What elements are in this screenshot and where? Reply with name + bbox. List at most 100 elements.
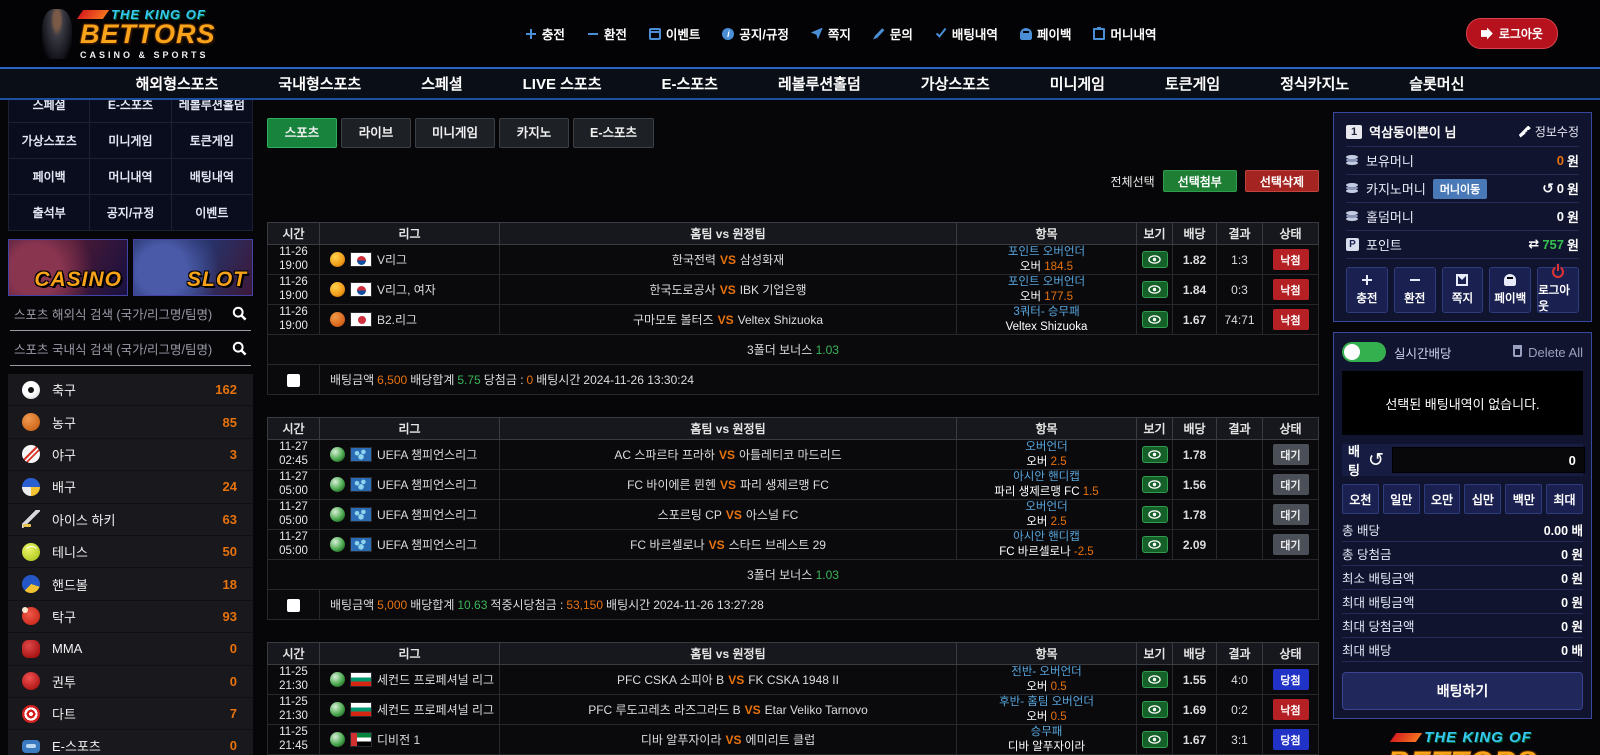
panel-action-button[interactable]: 로그아웃	[1537, 267, 1579, 313]
panel-action-button[interactable]: 쪽지	[1442, 267, 1484, 313]
view-odds-button[interactable]	[1142, 506, 1168, 523]
panel-action-button[interactable]: 페이백	[1489, 267, 1531, 313]
select-bet-checkbox[interactable]	[287, 374, 300, 387]
bet-summary-row: 배팅금액6,500배당합계5.75당첨금 :0배팅시간2024-11-26 13…	[268, 365, 1319, 395]
nav-item[interactable]: 레볼루션홀덤	[750, 73, 889, 94]
quick-amount-button[interactable]: 오천	[1342, 484, 1379, 514]
category-tab[interactable]: 스포츠	[267, 118, 337, 148]
view-odds-button[interactable]	[1142, 701, 1168, 718]
quick-amount-button[interactable]: 백만	[1505, 484, 1542, 514]
quick-menu-item[interactable]: 가상스포츠	[9, 123, 90, 159]
nav-item[interactable]: 토큰게임	[1137, 73, 1248, 94]
header-link[interactable]: 환전	[587, 24, 627, 43]
quick-menu-item[interactable]: 이벤트	[172, 195, 253, 231]
select-all-label[interactable]: 전체선택	[1110, 173, 1154, 190]
search-button[interactable]	[230, 304, 249, 326]
header-link[interactable]: 문의	[873, 24, 913, 43]
nav-item[interactable]: E-스포츠	[634, 73, 746, 94]
nav-item[interactable]: 국내형스포츠	[250, 73, 389, 94]
sport-list-item[interactable]: E-스포츠 0	[8, 730, 253, 755]
quick-menu-item[interactable]: 미니게임	[90, 123, 171, 159]
sport-name: 배구	[52, 477, 223, 496]
promo-banner[interactable]: SLOT	[133, 239, 253, 296]
sport-list-item[interactable]: 농구 85	[8, 406, 253, 438]
header-link[interactable]: 쪽지	[811, 24, 851, 43]
sport-list-item[interactable]: 축구 162	[8, 374, 253, 406]
quick-amount-button[interactable]: 일만	[1383, 484, 1420, 514]
logout-button[interactable]: 로그아웃	[1466, 18, 1558, 49]
panel-action-button[interactable]: 충전	[1346, 267, 1388, 313]
quick-menu-item[interactable]: 배팅내역	[172, 159, 253, 195]
header-link[interactable]: 배팅내역	[935, 24, 998, 43]
bet-slip-panel: 실시간배당 Delete All 선택된 배팅내역이 없습니다. 배팅 ↺ 오천…	[1333, 332, 1592, 719]
pick-label: 오버	[1026, 711, 1050, 723]
sport-list-item[interactable]: 야구 3	[8, 439, 253, 471]
bet-amount-input[interactable]	[1392, 447, 1585, 473]
nav-item[interactable]: 정식카지노	[1252, 73, 1377, 94]
view-odds-button[interactable]	[1142, 476, 1168, 493]
refresh-icon[interactable]: ↺	[1542, 182, 1554, 196]
sport-list-item[interactable]: 아이스 하키 63	[8, 504, 253, 536]
nav-item[interactable]: 스페셜	[393, 73, 490, 94]
nav-item[interactable]: 미니게임	[1022, 73, 1133, 94]
category-tab[interactable]: 카지노	[499, 118, 569, 148]
site-logo[interactable]: THE KING OF BETTORS CASINO & SPORTS	[42, 8, 216, 60]
swap-icon[interactable]: ⇄	[1528, 237, 1539, 252]
select-bet-checkbox[interactable]	[287, 599, 300, 612]
category-tab[interactable]: E-스포츠	[573, 118, 654, 148]
sport-list-item[interactable]: 핸드볼 18	[8, 568, 253, 600]
nav-item[interactable]: 슬롯머신	[1381, 73, 1492, 94]
quick-menu-item[interactable]: 토큰게임	[172, 123, 253, 159]
search-button[interactable]	[230, 339, 249, 361]
nav-item[interactable]: 가상스포츠	[893, 73, 1018, 94]
view-odds-button[interactable]	[1142, 536, 1168, 553]
quick-menu-item[interactable]: 페이백	[9, 159, 90, 195]
col-league: 리그	[320, 223, 500, 245]
header-link[interactable]: 이벤트	[649, 24, 701, 43]
view-odds-button[interactable]	[1142, 731, 1168, 748]
quick-menu-item[interactable]: 머니내역	[90, 159, 171, 195]
betslip-info-row: 최대 배팅금액 0 원	[1342, 590, 1583, 614]
promo-banner[interactable]: CASINO	[8, 239, 128, 296]
panel-action-button[interactable]: 환전	[1394, 267, 1436, 313]
money-move-button[interactable]: 머니이동	[1433, 179, 1487, 199]
reset-amount-icon[interactable]: ↺	[1368, 451, 1384, 470]
delete-selected-button[interactable]: 선택삭제	[1245, 170, 1319, 192]
category-tab[interactable]: 라이브	[341, 118, 411, 148]
domestic-search-input[interactable]	[12, 337, 230, 363]
edit-profile-button[interactable]: 정보수정	[1519, 123, 1579, 140]
header-link[interactable]: 머니내역	[1093, 24, 1156, 43]
quick-menu-item[interactable]: 출석부	[9, 195, 90, 231]
view-odds-button[interactable]	[1142, 446, 1168, 463]
header-link[interactable]: 공지/규정	[722, 24, 788, 43]
nav-item[interactable]: 해외형스포츠	[108, 73, 247, 94]
view-odds-button[interactable]	[1142, 251, 1168, 268]
nav-item[interactable]: LIVE 스포츠	[495, 73, 630, 94]
match-time: 05:00	[272, 485, 315, 499]
away-team: 스타드 브레스트 29	[729, 538, 826, 552]
quick-amount-buttons: 오천 일만 오만 십만 백만 최대	[1342, 484, 1583, 514]
quick-menu-item[interactable]: 공지/규정	[90, 195, 171, 231]
sport-list-item[interactable]: 다트 7	[8, 698, 253, 730]
category-tab[interactable]: 미니게임	[415, 118, 495, 148]
attach-selected-button[interactable]: 선택첨부	[1163, 170, 1237, 192]
sport-list-item[interactable]: MMA 0	[8, 633, 253, 665]
header-link-label: 충전	[542, 24, 565, 43]
header-link[interactable]: 충전	[525, 24, 565, 43]
live-odds-toggle[interactable]	[1342, 342, 1386, 362]
quick-amount-button[interactable]: 십만	[1464, 484, 1501, 514]
quick-amount-button[interactable]: 최대	[1546, 484, 1583, 514]
delete-all-button[interactable]: Delete All	[1513, 345, 1583, 360]
view-odds-button[interactable]	[1142, 311, 1168, 328]
view-odds-button[interactable]	[1142, 671, 1168, 688]
sport-list-item[interactable]: 테니스 50	[8, 536, 253, 568]
sport-list-item[interactable]: 배구 24	[8, 471, 253, 503]
header-link[interactable]: 페이백	[1020, 24, 1072, 43]
quick-amount-button[interactable]: 오만	[1424, 484, 1461, 514]
overseas-search-input[interactable]	[12, 302, 230, 328]
sport-list-item[interactable]: 권투 0	[8, 666, 253, 698]
view-odds-button[interactable]	[1142, 281, 1168, 298]
place-bet-button[interactable]: 배팅하기	[1342, 672, 1583, 710]
sport-list-item[interactable]: 탁구 93	[8, 601, 253, 633]
volleyball-icon	[22, 478, 40, 496]
